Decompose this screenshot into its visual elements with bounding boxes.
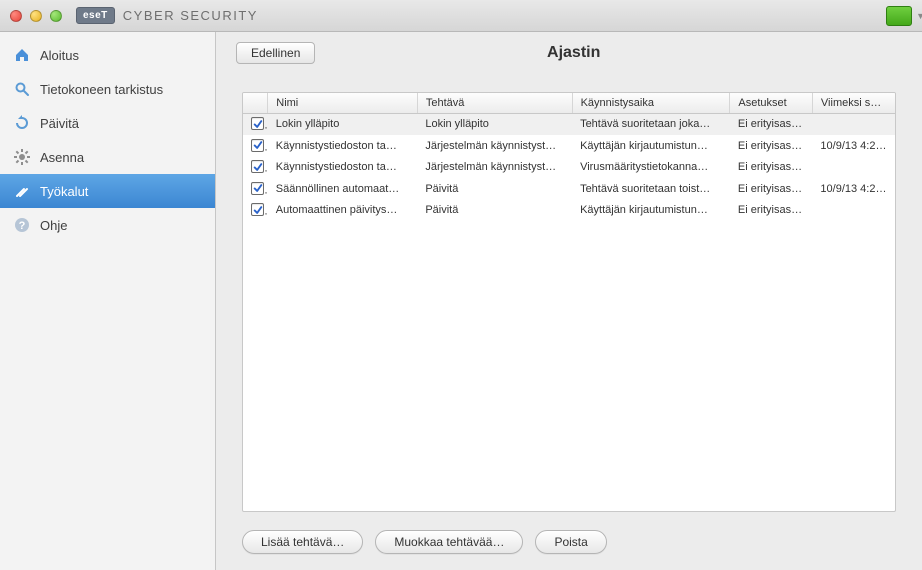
column-header-settings[interactable]: Asetukset [730, 93, 813, 114]
cell-name: Lokin ylläpito [268, 114, 418, 136]
scheduler-table: Nimi Tehtävä Käynnistysaika Asetukset Vi… [242, 92, 896, 512]
cell-start: Käyttäjän kirjautumistun… [572, 200, 730, 222]
sidebar-item-label: Ohje [40, 218, 67, 233]
sidebar-item-scan[interactable]: Tietokoneen tarkistus [0, 72, 215, 106]
cell-settings: Ei erityisase… [730, 135, 813, 157]
cell-task: Järjestelmän käynnistyst… [417, 157, 572, 179]
refresh-icon [14, 115, 30, 131]
sidebar-item-home[interactable]: Aloitus [0, 38, 215, 72]
bottom-bar: Lisää tehtävä… Muokkaa tehtävää… Poista [216, 522, 922, 570]
checkbox-icon[interactable] [251, 160, 264, 173]
row-checkbox-cell[interactable] [243, 135, 268, 157]
cell-last [812, 157, 895, 179]
cell-settings: Ei erityisase… [730, 178, 813, 200]
cell-name: Käynnistystiedoston ta… [268, 135, 418, 157]
cell-name: Käynnistystiedoston ta… [268, 157, 418, 179]
row-checkbox-cell[interactable] [243, 200, 268, 222]
brand-name: CYBER SECURITY [123, 8, 258, 23]
window-traffic-lights [10, 10, 62, 22]
sidebar-item-label: Työkalut [40, 184, 88, 199]
home-icon [14, 47, 30, 63]
add-task-button[interactable]: Lisää tehtävä… [242, 530, 363, 554]
table-row[interactable]: Käynnistystiedoston ta…Järjestelmän käyn… [243, 157, 895, 179]
cell-start: Virusmääritystietokanna… [572, 157, 730, 179]
sidebar-item-label: Asenna [40, 150, 84, 165]
cell-task: Järjestelmän käynnistyst… [417, 135, 572, 157]
minimize-window-button[interactable] [30, 10, 42, 22]
cell-start: Tehtävä suoritetaan toist… [572, 178, 730, 200]
checkbox-icon[interactable] [251, 182, 264, 195]
cell-task: Lokin ylläpito [417, 114, 572, 136]
table-row[interactable]: Lokin ylläpitoLokin ylläpitoTehtävä suor… [243, 114, 895, 136]
table-row[interactable]: Automaattinen päivitys…PäivitäKäyttäjän … [243, 200, 895, 222]
column-header-task[interactable]: Tehtävä [417, 93, 572, 114]
table-header-row: Nimi Tehtävä Käynnistysaika Asetukset Vi… [243, 93, 895, 114]
checkbox-icon[interactable] [251, 117, 264, 130]
cell-task: Päivitä [417, 200, 572, 222]
row-checkbox-cell[interactable] [243, 178, 268, 200]
help-icon: ? [14, 217, 30, 233]
cell-last [812, 200, 895, 222]
sidebar-item-label: Aloitus [40, 48, 79, 63]
delete-task-button[interactable]: Poista [535, 530, 606, 554]
column-header-last[interactable]: Viimeksi su… [812, 93, 895, 114]
cell-name: Automaattinen päivitys… [268, 200, 418, 222]
column-header-name[interactable]: Nimi [268, 93, 418, 114]
sidebar-item-update[interactable]: Päivitä [0, 106, 215, 140]
content: Edellinen Ajastin Nimi Tehtävä Käynnisty… [216, 32, 922, 570]
edit-task-button[interactable]: Muokkaa tehtävää… [375, 530, 523, 554]
checkbox-icon[interactable] [251, 139, 264, 152]
cell-settings: Ei erityisase… [730, 114, 813, 136]
close-window-button[interactable] [10, 10, 22, 22]
cell-last: 10/9/13 4:2… [812, 178, 895, 200]
cell-task: Päivitä [417, 178, 572, 200]
chevron-down-icon: ▼ [916, 11, 922, 21]
window-title-bar: eseT CYBER SECURITY ▼ [0, 0, 922, 32]
magnifier-icon [14, 81, 30, 97]
protection-status-button[interactable]: ▼ [886, 6, 912, 26]
cell-last [812, 114, 895, 136]
column-header-checkbox[interactable] [243, 93, 268, 114]
sidebar-item-help[interactable]: ? Ohje [0, 208, 215, 242]
sidebar-item-label: Päivitä [40, 116, 79, 131]
sidebar-item-label: Tietokoneen tarkistus [40, 82, 163, 97]
row-checkbox-cell[interactable] [243, 114, 268, 136]
sidebar: Aloitus Tietokoneen tarkistus Päivitä As… [0, 32, 216, 570]
svg-text:?: ? [19, 220, 26, 232]
cell-last: 10/9/13 4:2… [812, 135, 895, 157]
sidebar-item-tools[interactable]: Työkalut [0, 174, 215, 208]
checkbox-icon[interactable] [251, 203, 264, 216]
table-row[interactable]: Käynnistystiedoston ta…Järjestelmän käyn… [243, 135, 895, 157]
cell-start: Käyttäjän kirjautumistun… [572, 135, 730, 157]
column-header-start[interactable]: Käynnistysaika [572, 93, 730, 114]
tools-icon [14, 183, 30, 199]
cell-settings: Ei erityisase… [730, 200, 813, 222]
cell-settings: Ei erityisase… [730, 157, 813, 179]
row-checkbox-cell[interactable] [243, 157, 268, 179]
brand-badge: eseT [76, 7, 115, 24]
gear-icon [14, 149, 30, 165]
back-button[interactable]: Edellinen [236, 42, 315, 64]
page-title: Ajastin [315, 44, 832, 62]
cell-name: Säännöllinen automaat… [268, 178, 418, 200]
sidebar-item-setup[interactable]: Asenna [0, 140, 215, 174]
zoom-window-button[interactable] [50, 10, 62, 22]
table-row[interactable]: Säännöllinen automaat…PäivitäTehtävä suo… [243, 178, 895, 200]
cell-start: Tehtävä suoritetaan joka… [572, 114, 730, 136]
